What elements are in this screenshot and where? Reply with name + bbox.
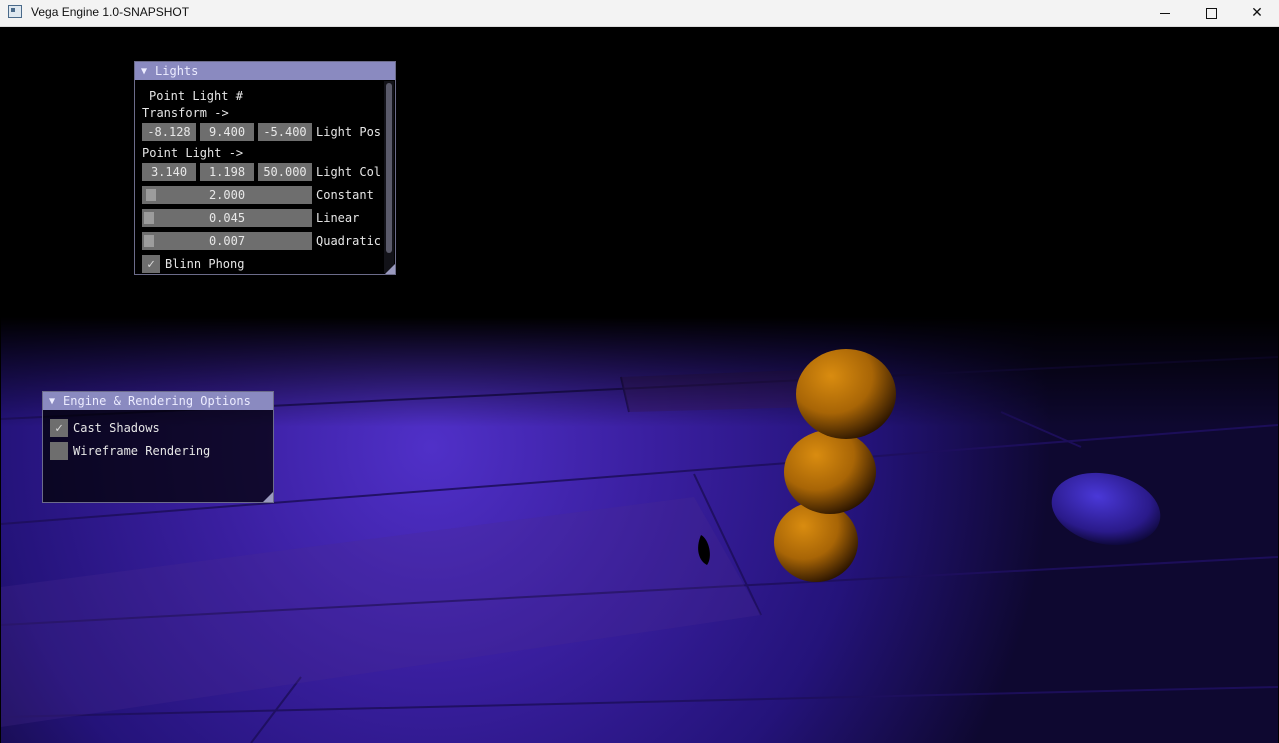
constant-value: 2.000 (208, 188, 246, 202)
engine-options-header[interactable]: ▼ Engine & Rendering Options (43, 392, 273, 410)
light-pos-label: Light Pos (316, 125, 382, 139)
slider-grab[interactable] (144, 212, 154, 224)
lights-panel-header[interactable]: ▼ Lights (135, 62, 395, 80)
light-col-b-field[interactable]: 50.000 (258, 163, 312, 181)
point-light-label: Point Light -> (142, 146, 244, 160)
lights-panel[interactable]: ▼ Lights Point Light # Transform -> -8.1… (134, 61, 396, 275)
close-button[interactable]: ✕ (1234, 0, 1279, 26)
point-light-header: Point Light # (149, 89, 243, 103)
blinn-phong-label: Blinn Phong (165, 257, 245, 271)
lights-panel-title: Lights (155, 64, 199, 78)
scrollbar-thumb[interactable] (386, 83, 392, 253)
quadratic-slider[interactable]: 0.007 (142, 232, 312, 250)
slider-grab[interactable] (144, 235, 154, 247)
cast-shadows-checkbox[interactable]: ✓ (50, 419, 68, 437)
app-icon (8, 5, 22, 18)
light-pos-x-field[interactable]: -8.128 (142, 123, 196, 141)
wireframe-label: Wireframe Rendering (73, 444, 211, 458)
wireframe-checkbox[interactable] (50, 442, 68, 460)
maximize-icon (1205, 7, 1217, 19)
light-col-r-field[interactable]: 3.140 (142, 163, 196, 181)
collapse-arrow-icon[interactable]: ▼ (141, 66, 147, 77)
light-pos-y-field[interactable]: 9.400 (200, 123, 254, 141)
minimize-button[interactable] (1142, 0, 1188, 26)
light-col-g-field[interactable]: 1.198 (200, 163, 254, 181)
close-icon: ✕ (1251, 5, 1263, 21)
lights-panel-scrollbar[interactable] (384, 81, 394, 273)
linear-value: 0.045 (208, 211, 246, 225)
constant-label: Constant (316, 188, 374, 202)
light-col-label: Light Col (316, 165, 382, 179)
collapse-arrow-icon[interactable]: ▼ (49, 396, 55, 407)
window-titlebar[interactable]: Vega Engine 1.0-SNAPSHOT ✕ (0, 0, 1279, 27)
window-title: Vega Engine 1.0-SNAPSHOT (31, 5, 190, 19)
resize-grip-icon[interactable] (263, 492, 273, 502)
checkmark-icon: ✓ (147, 256, 155, 272)
cast-shadows-label: Cast Shadows (73, 421, 160, 435)
blinn-phong-checkbox[interactable]: ✓ (142, 255, 160, 273)
linear-slider[interactable]: 0.045 (142, 209, 312, 227)
transform-label: Transform -> (142, 106, 229, 120)
engine-options-panel[interactable]: ▼ Engine & Rendering Options ✓ Cast Shad… (42, 391, 274, 503)
resize-grip-icon[interactable] (385, 264, 395, 274)
engine-options-title: Engine & Rendering Options (63, 394, 251, 408)
constant-slider[interactable]: 2.000 (142, 186, 312, 204)
light-pos-z-field[interactable]: -5.400 (258, 123, 312, 141)
linear-label: Linear (316, 211, 360, 225)
quadratic-value: 0.007 (208, 234, 246, 248)
slider-grab[interactable] (146, 189, 156, 201)
checkmark-icon: ✓ (55, 420, 63, 436)
minimize-icon (1160, 12, 1170, 14)
quadratic-label: Quadratic (316, 234, 382, 248)
maximize-button[interactable] (1188, 0, 1234, 26)
